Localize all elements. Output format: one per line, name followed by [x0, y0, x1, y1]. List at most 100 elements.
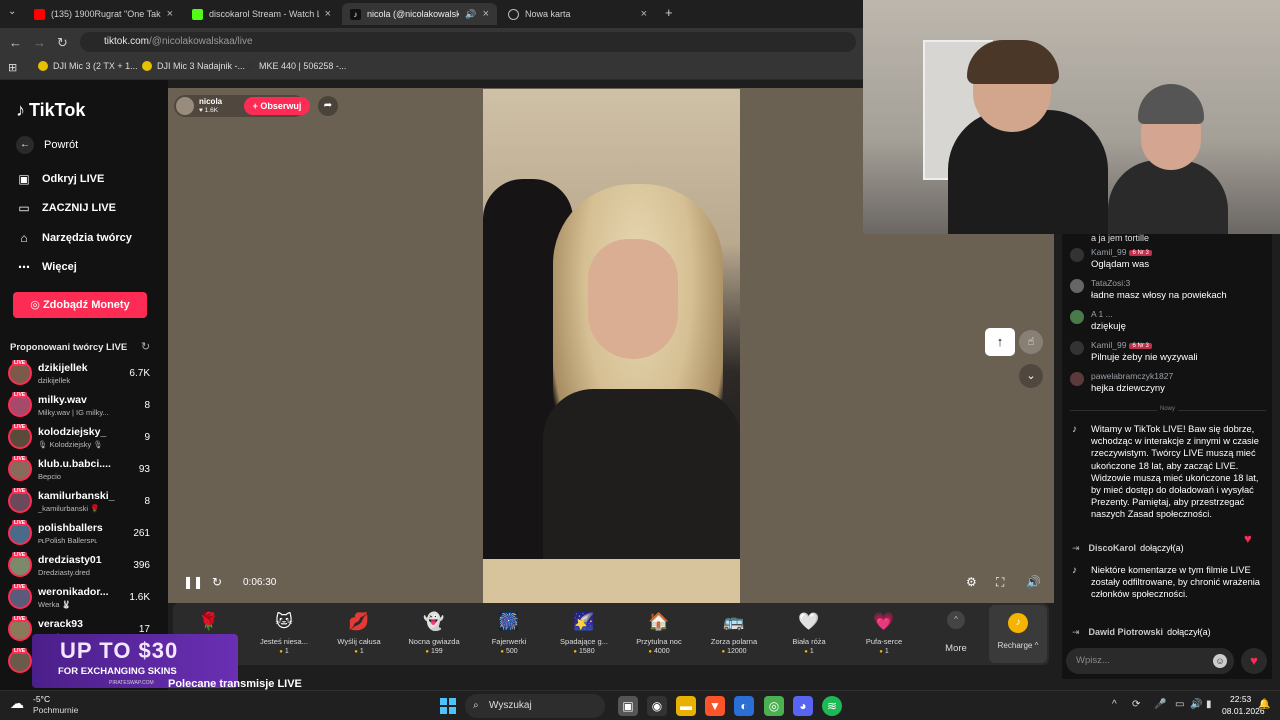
chrome-icon[interactable]: ◎: [764, 696, 784, 716]
previous-stream-button[interactable]: ↑: [985, 328, 1015, 356]
live-badge: LIVE: [12, 616, 28, 622]
live-chat: a ja jem tortille Kamil_99 6 Nr 3 Oglądam …: [1062, 233, 1272, 679]
avatar[interactable]: [1070, 310, 1084, 324]
settings-gear-icon[interactable]: ⚙: [966, 575, 977, 589]
join-user[interactable]: Dawid Piotrowski: [1089, 627, 1164, 637]
gift-item[interactable]: 👻 Nocna gwiazda 199: [398, 607, 470, 663]
browser-tab-new[interactable]: Nowa karta ×: [500, 3, 655, 25]
edge-icon[interactable]: ◐: [734, 696, 754, 716]
chat-username[interactable]: pawelabramczyk1827: [1091, 371, 1173, 381]
gift-item[interactable]: 💗 Pufa-serce 1: [848, 607, 920, 663]
back-arrow-icon[interactable]: ←: [9, 35, 22, 50]
chat-username[interactable]: A 1 ...: [1091, 309, 1113, 319]
nav-creator-tools[interactable]: ⌂ Narzędzia twórcy: [16, 231, 132, 245]
gift-item[interactable]: 🏠 Przytulna noc 4000: [623, 607, 695, 663]
webcam-overlay: [863, 0, 1280, 234]
apps-grid-icon[interactable]: ⊞: [8, 61, 17, 74]
gift-item[interactable]: 🚌 Zorza polarna 12000: [698, 607, 770, 663]
nav-discover-live[interactable]: ▣ Odkryj LIVE: [16, 172, 104, 186]
follow-button[interactable]: + Obserwuj: [244, 97, 310, 115]
audio-icon[interactable]: 🔊: [465, 9, 476, 20]
creator-item[interactable]: LIVE dredziasty01 Dredziasty.dred 396: [8, 552, 160, 582]
chat-username[interactable]: Kamil_99 6 Nr 3: [1091, 340, 1152, 350]
close-icon[interactable]: ×: [167, 8, 173, 20]
brave-icon[interactable]: ▼: [705, 696, 725, 716]
close-icon[interactable]: ×: [641, 8, 647, 20]
gift-item[interactable]: 🌠 Spadające g... 1580: [548, 607, 620, 663]
creator-item[interactable]: LIVE dzikijellek dzikijellek 6.7K: [8, 360, 160, 390]
chevron-up-icon[interactable]: ^: [1112, 699, 1117, 710]
recharge-button[interactable]: ♪ Recharge ^: [989, 605, 1047, 663]
gift-item[interactable]: 💋 Wyślij całusa 1: [323, 607, 395, 663]
bookmark-dji-mic-3[interactable]: DJI Mic 3 (2 TX + 1...: [38, 61, 138, 71]
avatar[interactable]: [1070, 248, 1084, 262]
nav-label: Odkryj LIVE: [42, 173, 105, 185]
file-explorer-icon[interactable]: ▬: [676, 696, 696, 716]
tiktok-logo[interactable]: ♪ TikTok: [16, 100, 85, 121]
forward-arrow-icon[interactable]: →: [33, 35, 46, 50]
gift-item[interactable]: 🎆 Fajerwerki 500: [473, 607, 545, 663]
browser-tab-kick[interactable]: discokarol Stream - Watch Live ×: [184, 3, 339, 25]
avatar[interactable]: [1070, 279, 1084, 293]
chat-username[interactable]: TataZosi:3: [1091, 278, 1130, 288]
gift-icon: 🚌: [723, 612, 745, 631]
volume-icon[interactable]: 🔊: [1190, 699, 1202, 710]
microphone-icon[interactable]: 🎤: [1154, 699, 1166, 710]
fullscreen-icon[interactable]: ⛶: [996, 575, 1004, 590]
app-icon[interactable]: ◉: [647, 696, 667, 716]
tab-search-icon[interactable]: ⌄: [8, 6, 16, 17]
nav-go-live[interactable]: ▭ ZACZNIJ LIVE: [16, 201, 116, 215]
creator-item[interactable]: LIVE milky.wav Milky.wav | IG milky... 8: [8, 392, 160, 422]
nav-more[interactable]: ⋯ Więcej: [16, 260, 77, 274]
close-icon[interactable]: ×: [483, 8, 489, 20]
creator-name: kolodziejsky_: [38, 426, 107, 438]
emoji-icon[interactable]: ☺: [1213, 654, 1227, 668]
url-field[interactable]: tiktok.com/@nicolakowalskaa/live: [80, 32, 856, 52]
battery-icon[interactable]: ▮: [1206, 699, 1212, 710]
gift-item[interactable]: 🤍 Biała róża 1: [773, 607, 845, 663]
chat-input[interactable]: Wpisz...: [1066, 648, 1234, 674]
live-badge: LIVE: [12, 520, 28, 526]
creator-item[interactable]: LIVE kolodziejsky_ 🎙 Kolodziejsky 🎙 9: [8, 424, 160, 454]
refresh-icon[interactable]: ↻: [141, 340, 150, 353]
start-button[interactable]: [440, 698, 456, 714]
chat-username[interactable]: Kamil_99 6 Nr 3: [1091, 247, 1152, 257]
back-button[interactable]: ← Powrót: [16, 136, 78, 154]
bookmark-dji-nadajnik[interactable]: DJI Mic 3 Nadajnik -...: [142, 61, 245, 71]
pause-icon[interactable]: ❚❚: [183, 575, 203, 589]
more-gifts-button[interactable]: ^ More: [941, 611, 971, 654]
creator-name: milky.wav: [38, 394, 87, 406]
sync-icon[interactable]: ⟳: [1132, 699, 1140, 710]
replay-icon[interactable]: ↻: [212, 575, 222, 589]
creator-item[interactable]: LIVE kamilurbanski_ _kamilurbanski 🌹 8: [8, 488, 160, 518]
creator-item[interactable]: LIVE klub.u.babci.... Bepcio 93: [8, 456, 160, 486]
taskbar-search[interactable]: ⌕ Wyszukaj: [465, 694, 605, 718]
browser-tab-tiktok[interactable]: ♪ nicola (@nicolakowalskaa) i 🔊 ×: [342, 3, 497, 25]
notification-bell-icon[interactable]: 🔔: [1258, 699, 1270, 710]
avatar[interactable]: [1070, 372, 1084, 386]
bookmark-mke-440[interactable]: MKE 440 | 506258 -...: [244, 61, 346, 71]
viewer-count: 6.7K: [129, 368, 150, 379]
join-user[interactable]: DiscoKarol: [1089, 543, 1137, 553]
reload-icon[interactable]: ↻: [57, 35, 68, 51]
avatar[interactable]: [1070, 341, 1084, 355]
task-view-icon[interactable]: ▣: [618, 696, 638, 716]
discord-icon[interactable]: ◕: [793, 696, 813, 716]
share-icon[interactable]: ➦: [318, 96, 338, 116]
network-icon[interactable]: ▭: [1175, 699, 1184, 710]
gift-item[interactable]: 🐱 Jesteś niesa... 1: [248, 607, 320, 663]
close-icon[interactable]: ×: [325, 8, 331, 20]
join-notice: ⇥ Dawid Piotrowski dołączył(a): [1072, 627, 1211, 638]
like-heart-button[interactable]: ♥: [1241, 648, 1267, 674]
creator-name: weronikador...: [38, 586, 109, 598]
spotify-icon[interactable]: ≋: [822, 696, 842, 716]
browser-tab-youtube[interactable]: (135) 1900Rugrat "One Take Fre ×: [26, 3, 181, 25]
volume-icon[interactable]: 🔊: [1026, 575, 1041, 589]
weather-icon[interactable]: ☁: [10, 695, 24, 712]
get-coins-button[interactable]: ◎ Zdobądź Monety: [13, 292, 147, 318]
sidebar: ♪ TikTok ← Powrót ▣ Odkryj LIVE ▭ ZACZNIJ LI…: [0, 80, 168, 690]
next-stream-button[interactable]: ⌄: [1019, 364, 1043, 388]
new-tab-button[interactable]: +: [665, 5, 673, 20]
creator-item[interactable]: LIVE polishballers ᴘʟPolish Ballersᴘʟ 261: [8, 520, 160, 550]
creator-item[interactable]: LIVE weronikador... Werka 🐰 1.6K: [8, 584, 160, 614]
